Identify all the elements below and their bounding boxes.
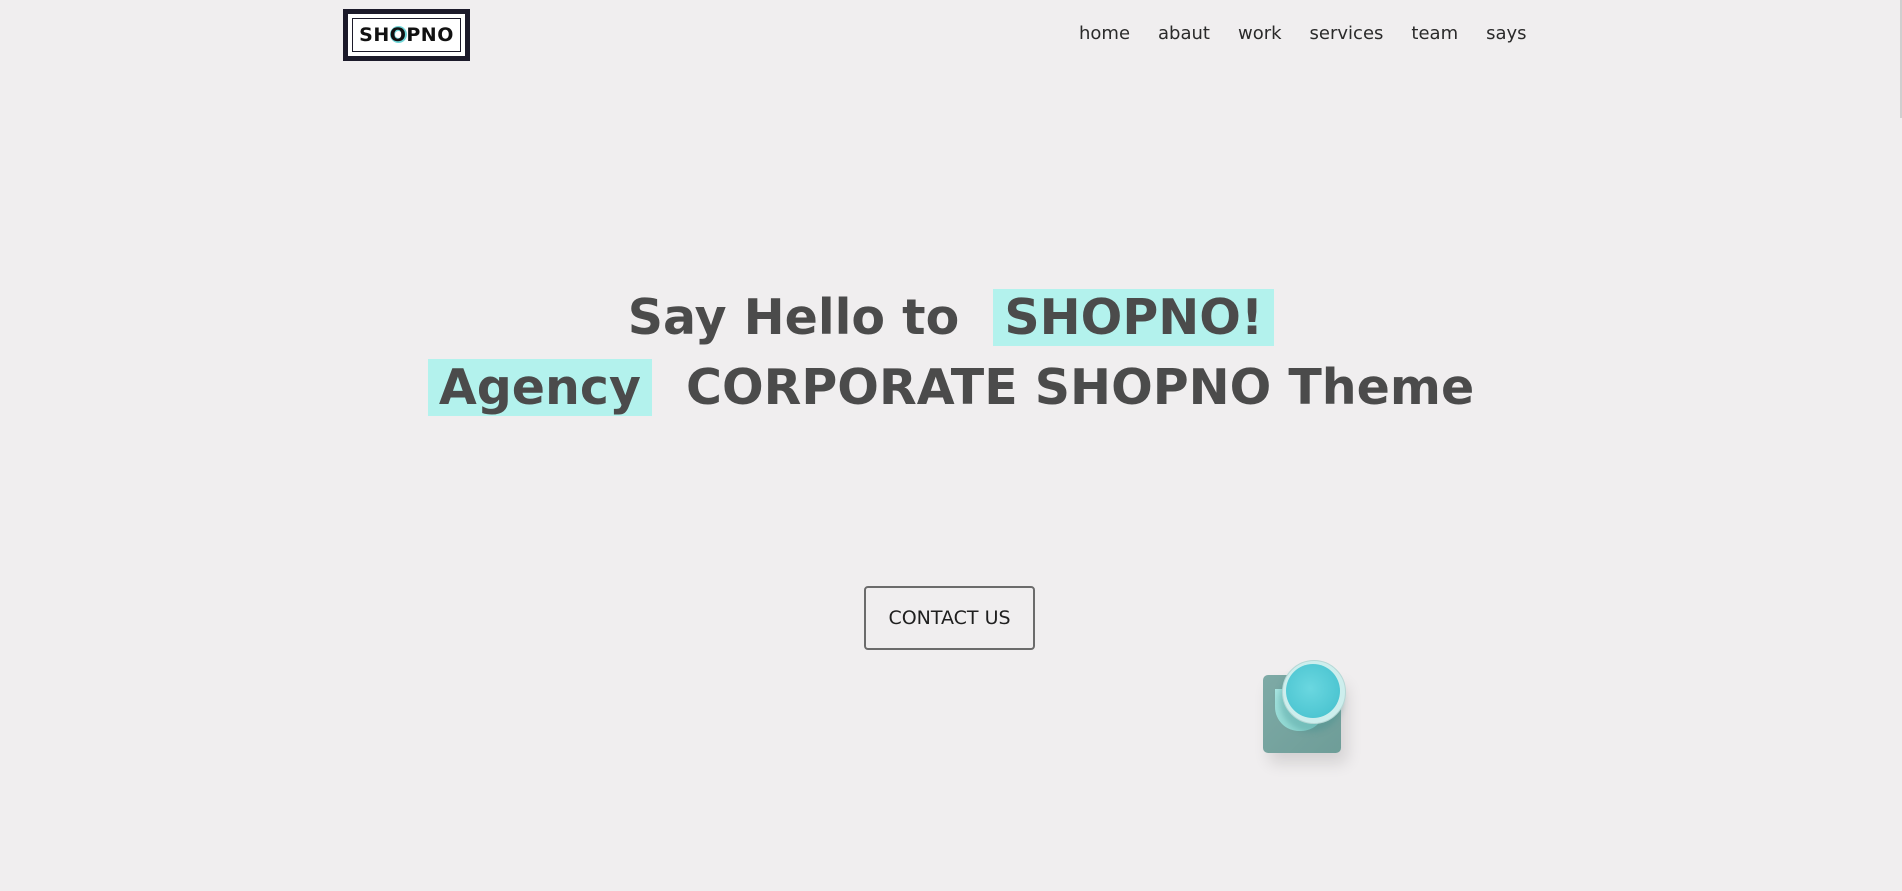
brand-logo[interactable]: SHOPNO (343, 9, 470, 61)
nav-item-team[interactable]: team (1411, 22, 1458, 46)
nav-item-work[interactable]: work (1238, 22, 1282, 46)
page: SHOPNO home abaut work services team say… (0, 0, 1902, 891)
nav-item-about[interactable]: abaut (1158, 22, 1210, 46)
hero-line-2: Agency CORPORATE SHOPNO Theme (0, 353, 1902, 423)
hero-tagline: CORPORATE SHOPNO Theme (686, 359, 1475, 416)
logo-frame: SHOPNO (352, 18, 461, 52)
hero-highlight-agency: Agency (427, 359, 652, 416)
hero-line-1: Say Hello to SHOPNO! (0, 283, 1902, 353)
cup-on-coaster-image (1262, 659, 1348, 759)
main-nav: home abaut work services team says (1079, 22, 1527, 46)
nav-item-home[interactable]: home (1079, 22, 1130, 46)
logo-text: SHOPNO (359, 24, 454, 46)
contact-us-button[interactable]: CONTACT US (864, 586, 1035, 650)
hero-greeting: Say Hello to (627, 289, 960, 346)
hero-highlight-brand: SHOPNO! (993, 289, 1275, 346)
nav-item-says[interactable]: says (1486, 22, 1526, 46)
hero-heading: Say Hello to SHOPNO! Agency CORPORATE SH… (0, 283, 1902, 423)
cup-liquid (1286, 664, 1340, 718)
nav-item-services[interactable]: services (1310, 22, 1384, 46)
